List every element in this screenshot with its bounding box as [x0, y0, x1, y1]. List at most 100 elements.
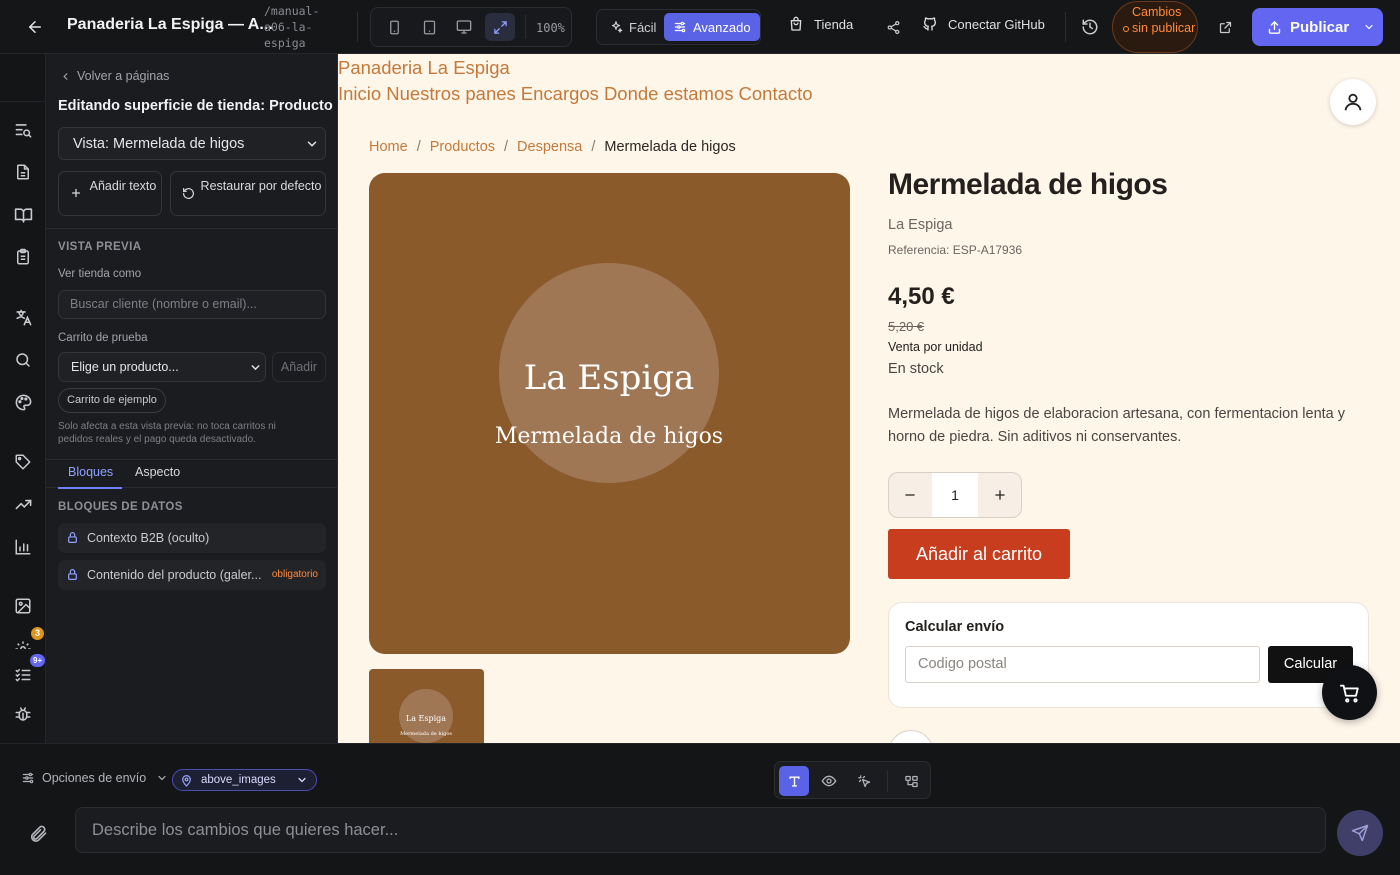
rail-analytics-button[interactable] [11, 535, 35, 559]
chevron-down-icon [307, 141, 317, 147]
nav-link-location[interactable]: Donde estamos [604, 83, 734, 105]
postal-code-input[interactable]: Codigo postal [905, 646, 1260, 683]
nav-link-home[interactable]: Inicio [338, 83, 381, 105]
mobile-view-button[interactable] [379, 13, 409, 41]
advanced-mode-button[interactable]: Avanzado [664, 13, 760, 41]
clipboard-icon [17, 248, 29, 265]
search-icon [16, 353, 30, 367]
rail-pages-button[interactable] [11, 160, 35, 184]
rail-docs-button[interactable] [11, 203, 35, 227]
back-to-pages-link[interactable]: Volver a páginas [60, 69, 169, 83]
block-label: Contexto B2B (oculto) [87, 531, 210, 545]
back-button[interactable] [18, 13, 52, 41]
image-product-text: Mermelada de higos [495, 424, 723, 449]
structure-tool-button[interactable] [896, 766, 926, 796]
tab-blocks[interactable]: Bloques [68, 465, 113, 479]
fullwidth-view-button[interactable] [485, 13, 515, 41]
active-tab-indicator [58, 487, 122, 489]
history-button[interactable] [1077, 14, 1103, 40]
rail-marketing-button[interactable] [11, 492, 35, 516]
rail-translate-button[interactable] [11, 305, 35, 329]
unsaved-changes-label: Cambios sin publicar [1132, 5, 1196, 35]
send-options-button[interactable]: Opciones de envío [21, 771, 168, 785]
minus-icon [905, 494, 915, 496]
send-button[interactable] [1337, 810, 1383, 856]
product-old-price: 5,20 € [888, 319, 925, 334]
eye-icon [821, 775, 837, 787]
easy-mode-button[interactable]: Fácil [600, 13, 665, 41]
send-icon [1351, 824, 1369, 842]
list-checks-icon [15, 669, 31, 682]
rail-debug-button[interactable] [11, 702, 35, 726]
breadcrumb-pantry[interactable]: Despensa [517, 139, 582, 155]
quantity-stepper: 1 [888, 472, 1022, 518]
publish-button[interactable]: Publicar [1252, 8, 1383, 46]
insert-location-value: above_images [201, 774, 276, 786]
store-link[interactable]: Tienda [788, 16, 853, 32]
block-label: Contenido del producto (galer... [87, 568, 262, 582]
increase-quantity-button[interactable] [979, 473, 1021, 517]
add-text-button[interactable]: Añadir texto [58, 171, 162, 216]
monitor-icon [456, 20, 472, 34]
shipping-title: Calcular envío [905, 619, 1005, 635]
breadcrumb-home[interactable]: Home [369, 139, 408, 155]
breadcrumb-products[interactable]: Productos [430, 139, 495, 155]
rail-checklist-button[interactable] [11, 663, 35, 687]
rail-media-button[interactable] [11, 594, 35, 618]
user-icon [1344, 93, 1362, 111]
product-select[interactable]: Elige un producto... [58, 352, 266, 382]
rail-seo-button[interactable] [11, 118, 35, 142]
chat-input[interactable]: Describe los cambios que quieres hacer..… [75, 807, 1326, 853]
rail-products-button[interactable] [11, 450, 35, 474]
attach-button[interactable] [28, 824, 48, 844]
rail-tasks-button[interactable] [11, 245, 35, 269]
nav-link-breads[interactable]: Nuestros panes [386, 83, 516, 105]
thumbnail-brand-text: La Espiga [406, 714, 446, 723]
type-icon [788, 775, 800, 787]
tablet-view-button[interactable] [414, 13, 444, 41]
rail-theme-button[interactable] [11, 390, 35, 414]
decrease-quantity-button[interactable] [889, 473, 931, 517]
block-row-product-content[interactable]: Contenido del producto (galer... obligat… [58, 560, 326, 590]
quantity-input[interactable]: 1 [932, 473, 978, 517]
share-button[interactable] [880, 14, 906, 40]
view-select[interactable]: Vista: Mermelada de higos [58, 127, 326, 160]
customer-search-input[interactable]: Buscar cliente (nombre o email)... [58, 290, 326, 319]
divider [887, 770, 888, 792]
advanced-mode-label: Avanzado [693, 19, 751, 35]
product-main-image[interactable]: La Espiga Mermelada de higos [369, 173, 850, 654]
connect-github-button[interactable]: Conectar GitHub [922, 16, 1045, 32]
text-tool-button[interactable] [779, 766, 809, 796]
zoom-level[interactable]: 100% [536, 21, 565, 35]
cart-button[interactable] [1322, 665, 1377, 720]
insert-location-select[interactable]: above_images [172, 769, 317, 791]
gear-icon [15, 641, 31, 649]
partial-circle-button[interactable] [888, 730, 934, 743]
block-row-b2b-context[interactable]: Contexto B2B (oculto) [58, 523, 326, 553]
unsaved-changes-badge[interactable]: Cambios sin publicar [1112, 1, 1198, 53]
publish-label: Publicar [1290, 18, 1350, 36]
project-slug: /manual-a06-la-espiga [264, 4, 320, 50]
notification-badge: 3 [31, 627, 44, 640]
account-button[interactable] [1330, 79, 1376, 125]
nav-link-orders[interactable]: Encargos [521, 83, 599, 105]
preview-tool-button[interactable] [814, 766, 844, 796]
data-blocks-heading: BLOQUES DE DATOS [58, 501, 183, 513]
rail-search-button[interactable] [11, 348, 35, 372]
desktop-view-button[interactable] [449, 13, 479, 41]
nav-link-contact[interactable]: Contacto [739, 83, 813, 105]
add-to-cart-button[interactable]: Añadir al carrito [888, 529, 1070, 579]
tab-appearance[interactable]: Aspecto [135, 465, 180, 479]
preview-note: Solo afecta a esta vista previa: no toca… [58, 421, 276, 445]
sample-cart-button[interactable]: Carrito de ejemplo [58, 388, 166, 413]
store-name[interactable]: Panaderia La Espiga [338, 57, 510, 79]
select-tool-button[interactable] [849, 766, 879, 796]
restore-default-button[interactable]: Restaurar por defecto [170, 171, 326, 216]
rail-settings-button[interactable] [11, 640, 35, 649]
product-thumbnail[interactable]: La Espiga Mermelada de higos [369, 669, 484, 743]
open-external-button[interactable] [1212, 14, 1238, 40]
image-icon [15, 598, 31, 614]
add-product-button[interactable]: Añadir [272, 352, 326, 382]
rail-header [0, 54, 46, 102]
product-reference: Referencia: ESP-A17936 [888, 243, 1023, 257]
